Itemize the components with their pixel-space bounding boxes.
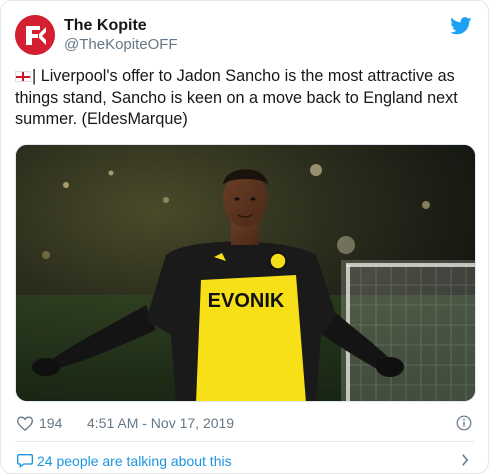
tweet-meta: 194 4:51 AM - Nov 17, 2019 (17, 415, 474, 433)
info-icon[interactable] (456, 415, 472, 431)
account-handle[interactable]: @TheKopiteOFF (64, 36, 178, 54)
talking-label[interactable]: 24 people are talking about this (37, 453, 232, 469)
tweet-header: The Kopite @TheKopiteOFF (15, 13, 474, 57)
jersey-sponsor: EVONIK (208, 290, 285, 312)
conversation-link[interactable]: 24 people are talking about this (15, 445, 474, 473)
account-names: The Kopite @TheKopiteOFF (64, 16, 178, 54)
tweet-text: | Liverpool's offer to Jadon Sancho is t… (15, 66, 477, 131)
chevron-right-icon[interactable] (460, 454, 470, 466)
speech-bubble-icon (17, 454, 33, 468)
player-photo: EVONIK (16, 145, 475, 401)
tweet-body: | Liverpool's offer to Jadon Sancho is t… (15, 67, 458, 128)
heart-icon[interactable] (17, 416, 33, 431)
tweet-timestamp[interactable]: 4:51 AM - Nov 17, 2019 (87, 415, 234, 431)
avatar[interactable] (15, 15, 55, 55)
tweet-card: The Kopite @TheKopiteOFF | Liverpool's o… (0, 0, 489, 474)
divider (15, 441, 474, 442)
display-name[interactable]: The Kopite (64, 16, 178, 36)
like-count[interactable]: 194 (39, 415, 62, 431)
england-flag-icon (15, 71, 31, 82)
kopite-logo-icon (15, 15, 55, 55)
tweet-photo[interactable]: EVONIK (15, 144, 476, 402)
twitter-bird-icon[interactable] (450, 17, 472, 35)
